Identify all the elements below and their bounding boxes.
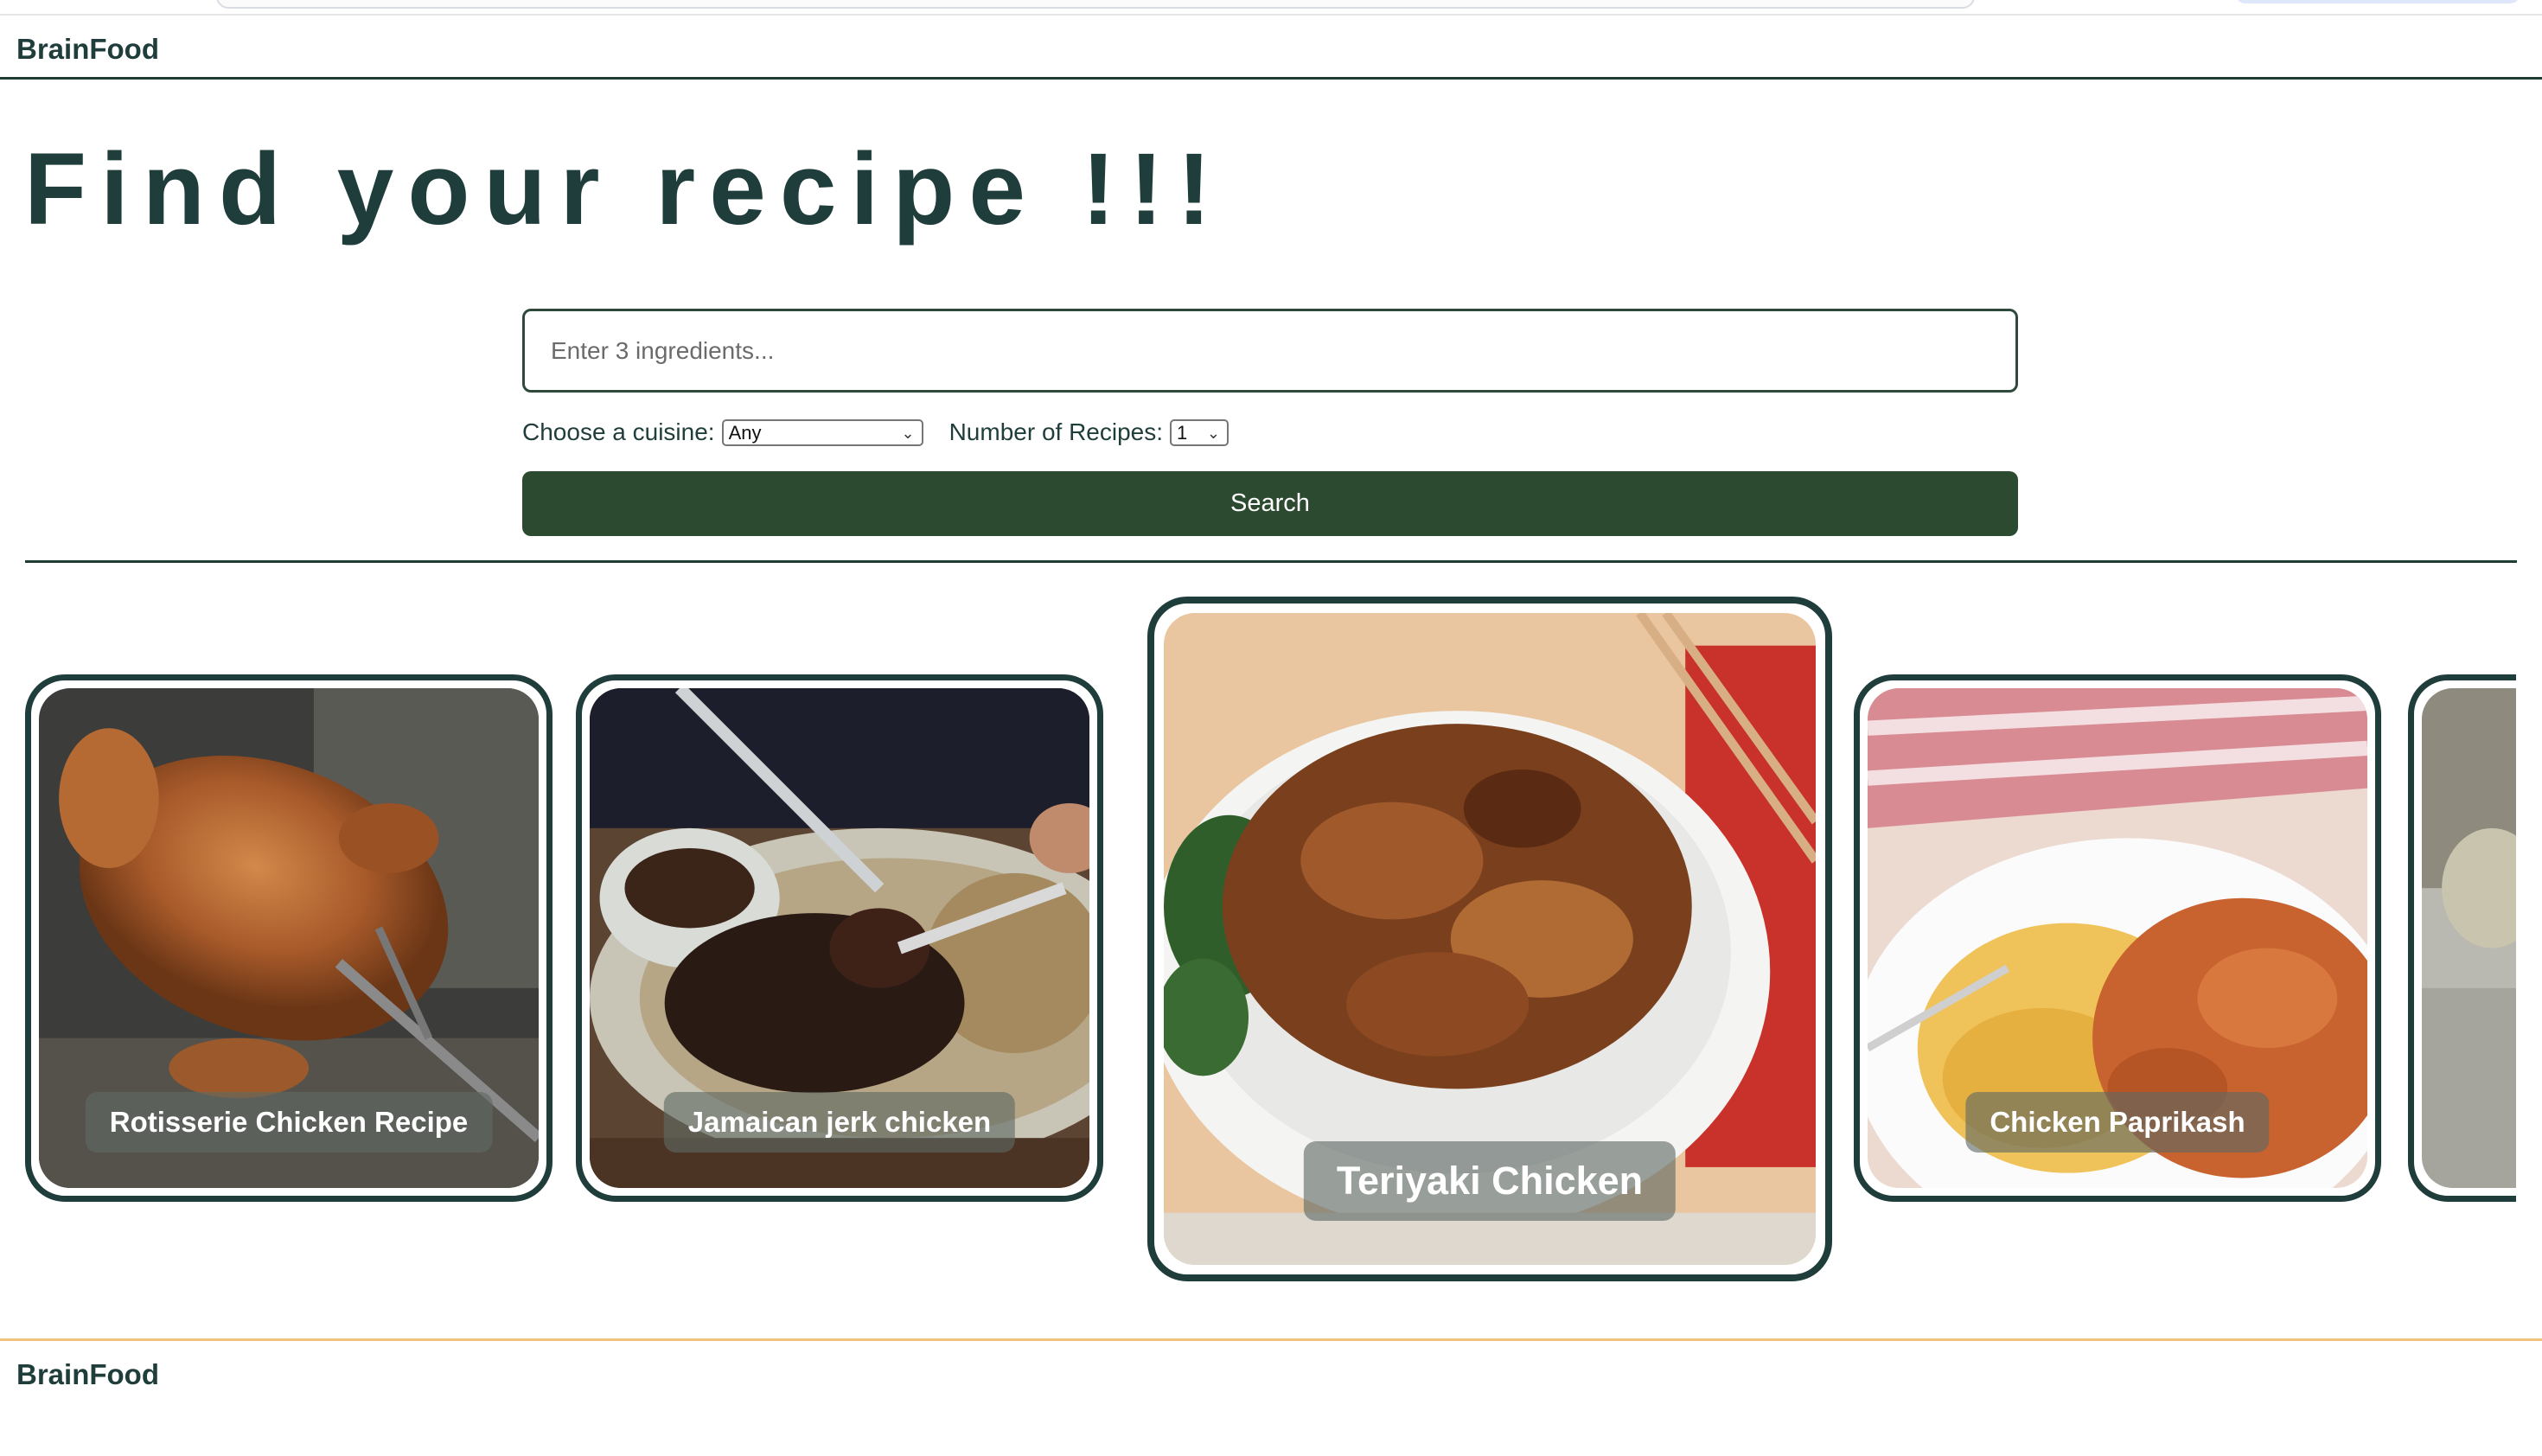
recipe-count-label: Number of Recipes: [948,418,1164,445]
cuisine-select-value: Any [728,421,762,444]
partial-next-recipe-photo [2422,688,2516,1188]
browser-toolbar-edge [0,0,2542,16]
search-button[interactable]: Search [522,471,2018,536]
search-filters: Choose a cuisine: Any ⌄ Number of Recipe… [522,415,1229,450]
chevron-down-icon: ⌄ [901,424,915,442]
cuisine-label: Choose a cuisine: [522,418,715,445]
brand-logo[interactable]: BrainFood [16,33,159,66]
address-bar-edge[interactable] [216,0,1975,9]
recipe-card[interactable]: Rotisserie Chicken Recipe [25,674,552,1202]
site-header: BrainFood [0,16,2542,80]
page-title: Find your recipe !!! [24,132,1225,246]
recipe-card[interactable]: Chicken Paprikash [1854,674,2381,1202]
recipe-card-title: Chicken Paprikash [1965,1092,2270,1153]
recipe-count-value: 1 [1177,421,1188,444]
recipe-count-select[interactable]: 1 ⌄ [1170,418,1229,446]
recipe-carousel[interactable]: Rotisserie Chicken Recipe Jamaican jerk … [0,588,2516,1297]
recipe-card-title: Rotisserie Chicken Recipe [85,1092,493,1153]
recipe-card-featured[interactable]: Teriyaki Chicken [1147,597,1832,1281]
ingredients-search-input[interactable] [522,309,2018,393]
footer-brand[interactable]: BrainFood [16,1358,159,1391]
browser-button-edge[interactable] [2235,0,2520,3]
recipe-card-title: Jamaican jerk chicken [663,1092,1016,1153]
section-divider [25,560,2517,563]
recipe-card-title: Teriyaki Chicken [1303,1141,1677,1221]
cuisine-select[interactable]: Any ⌄ [721,418,923,446]
site-footer: BrainFood [0,1338,2542,1456]
recipe-card-partial[interactable] [2408,674,2516,1202]
recipe-card[interactable]: Jamaican jerk chicken [576,674,1103,1202]
page: BrainFood Find your recipe !!! Choose a … [0,0,2542,1456]
chevron-down-icon: ⌄ [1206,424,1221,442]
